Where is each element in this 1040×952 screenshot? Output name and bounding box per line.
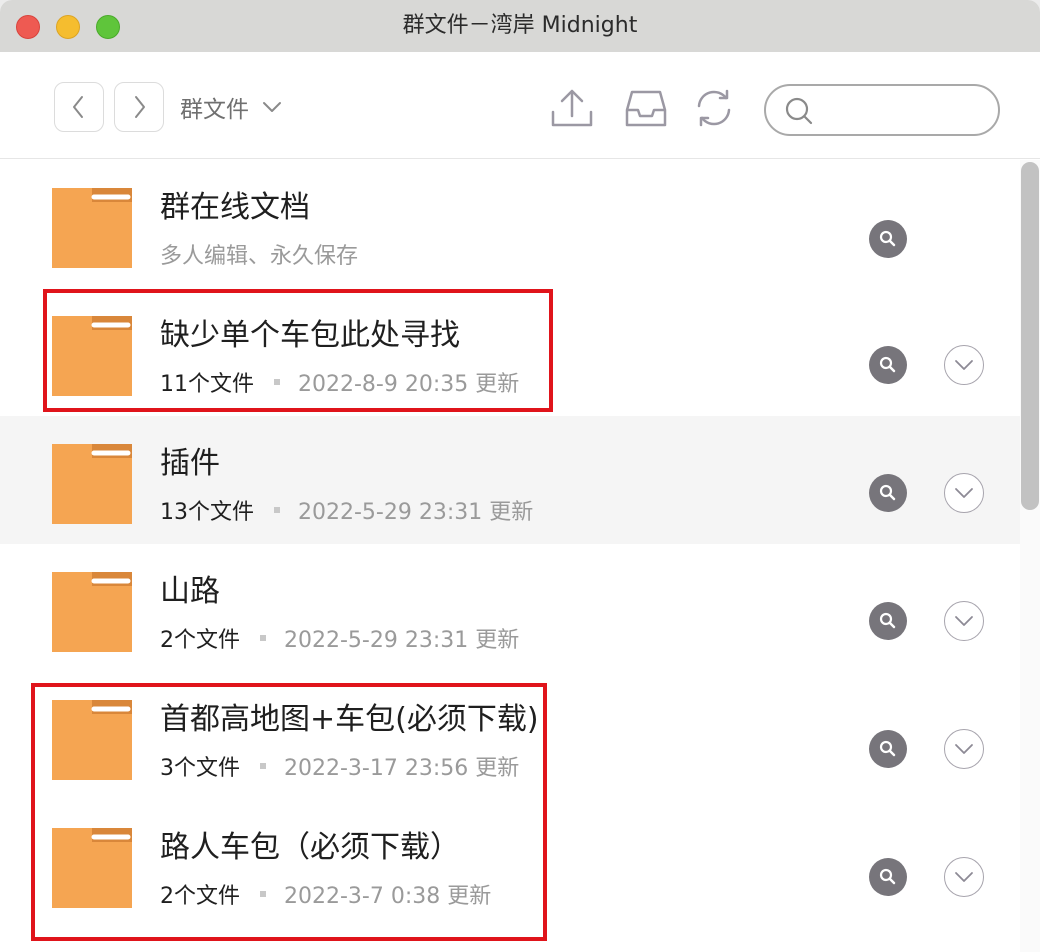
search-icon xyxy=(879,740,896,757)
meta-separator xyxy=(260,635,266,641)
highlight-box xyxy=(31,683,547,941)
item-expand-button[interactable] xyxy=(944,345,984,385)
item-title: 群在线文档 xyxy=(160,190,310,225)
window-title: 群文件－湾岸 Midnight xyxy=(402,13,638,38)
item-expand-button[interactable] xyxy=(944,473,984,513)
search-icon xyxy=(879,868,896,885)
breadcrumb-label: 群文件 xyxy=(180,97,249,123)
item-title: 山路 xyxy=(160,574,220,609)
search-icon xyxy=(879,484,896,501)
search-field[interactable] xyxy=(764,84,1000,136)
title-bar: 群文件－湾岸 Midnight xyxy=(0,0,1040,53)
item-search-button[interactable] xyxy=(869,220,907,258)
item-updated-date: 2022-5-29 23:31 更新 xyxy=(298,500,534,525)
folder-icon xyxy=(52,572,132,652)
chevron-down-icon xyxy=(955,360,973,370)
item-file-count: 2个文件 xyxy=(160,628,240,653)
item-search-button[interactable] xyxy=(869,730,907,768)
list-item[interactable]: 群在线文档 多人编辑、永久保存 xyxy=(0,160,1020,288)
list-item[interactable]: 山路 2个文件 2022-5-29 23:31 更新 xyxy=(0,544,1020,672)
item-expand-button[interactable] xyxy=(944,857,984,897)
item-expand-button[interactable] xyxy=(944,729,984,769)
item-search-button[interactable] xyxy=(869,474,907,512)
refresh-icon[interactable] xyxy=(692,88,736,128)
search-icon xyxy=(879,356,896,373)
list-item[interactable]: 插件 13个文件 2022-5-29 23:31 更新 xyxy=(0,416,1020,544)
item-meta: 2个文件 2022-5-29 23:31 更新 xyxy=(160,622,519,654)
chevron-down-icon xyxy=(955,744,973,754)
vertical-scrollbar[interactable] xyxy=(1020,160,1040,952)
folder-icon xyxy=(52,444,132,524)
chevron-down-icon xyxy=(955,488,973,498)
item-title: 插件 xyxy=(160,446,220,481)
scrollbar-thumb[interactable] xyxy=(1021,162,1039,510)
chevron-down-icon xyxy=(955,872,973,882)
chevron-left-icon xyxy=(73,96,83,118)
search-icon xyxy=(785,97,813,125)
item-subtitle: 多人编辑、永久保存 xyxy=(160,244,359,269)
item-meta: 13个文件 2022-5-29 23:31 更新 xyxy=(160,494,533,526)
forward-button[interactable] xyxy=(114,82,164,132)
item-updated-date: 2022-5-29 23:31 更新 xyxy=(284,628,520,653)
item-search-button[interactable] xyxy=(869,858,907,896)
toolbar: 群文件 xyxy=(0,52,1040,159)
chevron-right-icon xyxy=(135,96,145,118)
back-button[interactable] xyxy=(54,82,104,132)
search-icon xyxy=(879,230,896,247)
item-expand-button[interactable] xyxy=(944,601,984,641)
meta-separator xyxy=(274,507,280,513)
search-input[interactable] xyxy=(826,94,990,128)
search-icon xyxy=(879,612,896,629)
upload-icon[interactable] xyxy=(550,88,594,128)
chevron-down-icon xyxy=(263,102,281,112)
item-file-count: 13个文件 xyxy=(160,500,254,525)
chevron-down-icon xyxy=(955,616,973,626)
inbox-icon[interactable] xyxy=(624,88,668,128)
app-window: 群文件－湾岸 Midnight 群文件 群在线文档 多人编辑、永久保存 缺少单个… xyxy=(0,0,1040,952)
breadcrumb-dropdown[interactable]: 群文件 xyxy=(180,82,283,132)
item-search-button[interactable] xyxy=(869,346,907,384)
item-meta: 多人编辑、永久保存 xyxy=(160,238,358,270)
folder-icon xyxy=(52,188,132,268)
highlight-box xyxy=(43,289,553,412)
item-search-button[interactable] xyxy=(869,602,907,640)
